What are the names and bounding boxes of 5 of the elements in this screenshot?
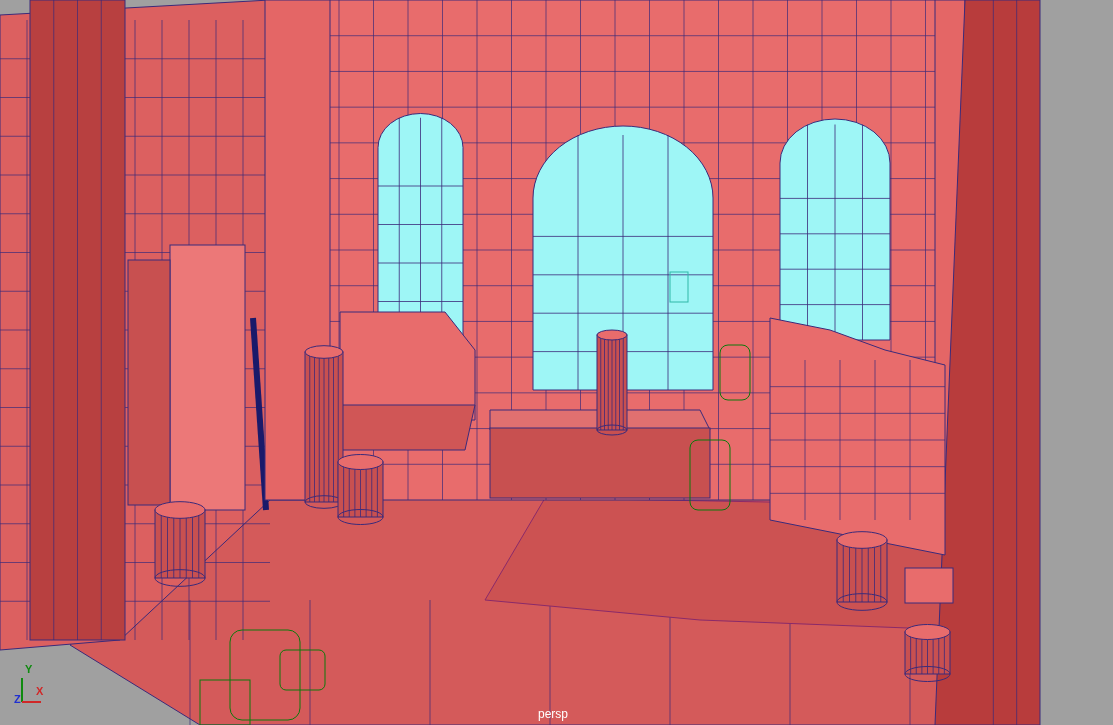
axis-label: Y	[25, 664, 33, 675]
axis-gizmo-icon	[20, 676, 42, 704]
axis-label: X	[36, 686, 44, 697]
axis-label: Z	[14, 694, 21, 705]
camera-label: persp	[538, 708, 569, 720]
